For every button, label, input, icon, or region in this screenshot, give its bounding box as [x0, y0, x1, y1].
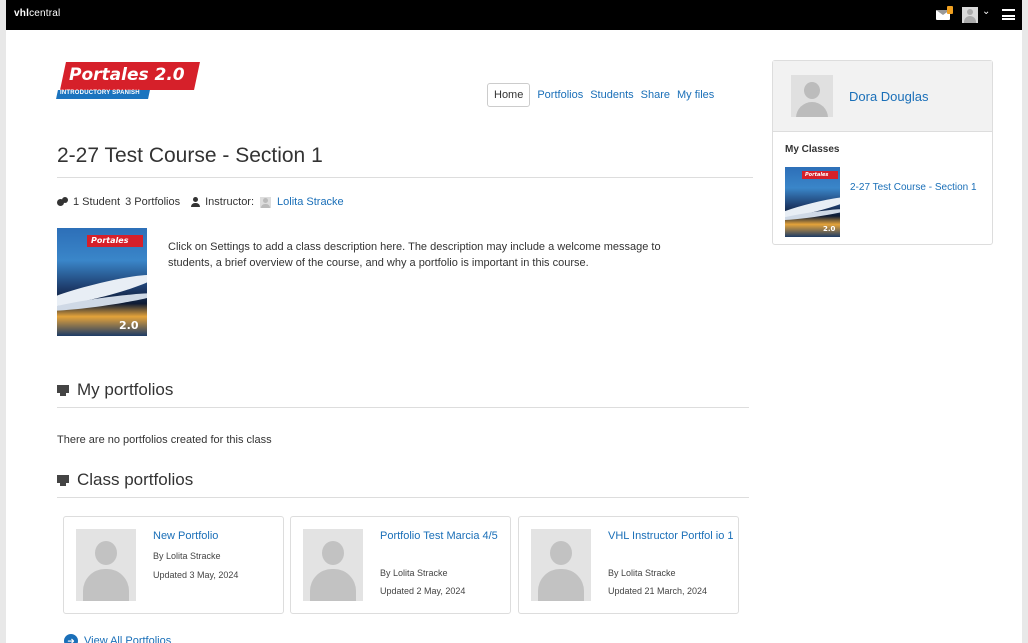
- divider: [57, 407, 749, 408]
- class-link[interactable]: 2-27 Test Course - Section 1: [850, 181, 990, 195]
- portfolio-updated: Updated 3 May, 2024: [153, 570, 239, 580]
- view-all-portfolios-link[interactable]: ➜ View All Portfolios: [64, 634, 171, 643]
- nav-home-tab[interactable]: Home: [487, 83, 531, 107]
- portfolio-updated: Updated 21 March, 2024: [608, 586, 708, 596]
- course-cover-image: Portales 2.0: [57, 228, 147, 336]
- profile-header: Dora Douglas: [773, 61, 992, 132]
- portfolio-author: By Lolita Stracke: [153, 551, 221, 561]
- profile-sidebar: Dora Douglas My Classes Portales 2.0 2-2…: [772, 60, 993, 245]
- portfolio-title-link[interactable]: New Portfolio: [153, 530, 279, 543]
- vhlcentral-logo[interactable]: vhlcentral: [14, 8, 60, 19]
- nav-students-link[interactable]: Students: [590, 89, 633, 101]
- notification-badge: [947, 6, 953, 14]
- users-icon: [57, 197, 68, 207]
- nav-portfolios-link[interactable]: Portfolios: [537, 89, 583, 101]
- nav-share-link[interactable]: Share: [641, 89, 670, 101]
- course-description: Click on Settings to add a class descrip…: [168, 241, 661, 269]
- portales-logo: Portales 2.0 INTRODUCTORY SPANISH: [56, 62, 200, 102]
- portfolio-author: By Lolita Stracke: [608, 568, 676, 578]
- chevron-down-icon[interactable]: ⌄: [982, 6, 990, 17]
- my-portfolios-heading: My portfolios: [57, 380, 173, 400]
- presentation-icon: [57, 474, 69, 486]
- course-meta: 1 Student 3 Portfolios Instructor: Lolit…: [57, 196, 344, 208]
- circle-arrow-icon: ➜: [64, 634, 78, 643]
- empty-portfolios-message: There are no portfolios created for this…: [57, 434, 272, 446]
- portfolio-thumbnail[interactable]: [531, 529, 591, 601]
- window-frame-right: [1022, 0, 1028, 643]
- divider: [57, 497, 749, 498]
- divider: [57, 177, 753, 178]
- class-cover-thumbnail[interactable]: Portales 2.0: [785, 167, 840, 237]
- portfolio-title-link[interactable]: VHL Instructor Portfol io 1: [608, 530, 734, 543]
- portfolio-title-link[interactable]: Portfolio Test Marcia 4/5: [380, 530, 506, 543]
- portfolio-updated: Updated 2 May, 2024: [380, 586, 466, 596]
- top-bar: vhlcentral ⌄: [6, 0, 1022, 30]
- profile-avatar[interactable]: [791, 75, 833, 117]
- hamburger-icon[interactable]: [1002, 9, 1015, 20]
- presentation-icon: [57, 384, 69, 396]
- course-title: 2-27 Test Course - Section 1: [57, 144, 323, 167]
- portfolio-author: By Lolita Stracke: [380, 568, 448, 578]
- user-icon: [191, 197, 201, 207]
- portfolio-card[interactable]: Portfolio Test Marcia 4/5 By Lolita Stra…: [290, 516, 511, 614]
- user-avatar[interactable]: [962, 7, 978, 23]
- portfolio-thumbnail[interactable]: [76, 529, 136, 601]
- class-portfolios-heading: Class portfolios: [57, 470, 193, 490]
- user-name-link[interactable]: Dora Douglas: [849, 89, 929, 104]
- instructor-avatar: [260, 196, 272, 208]
- window-frame-left: [0, 0, 6, 643]
- portfolio-card[interactable]: New Portfolio By Lolita Stracke Updated …: [63, 516, 284, 614]
- my-classes-label: My Classes: [785, 144, 840, 155]
- portfolio-card[interactable]: VHL Instructor Portfol io 1 By Lolita St…: [518, 516, 739, 614]
- nav-my-files-link[interactable]: My files: [677, 89, 714, 101]
- portfolio-thumbnail[interactable]: [303, 529, 363, 601]
- course-nav: Home Portfolios Students Share My files: [487, 82, 714, 108]
- instructor-link[interactable]: Lolita Stracke: [277, 196, 344, 208]
